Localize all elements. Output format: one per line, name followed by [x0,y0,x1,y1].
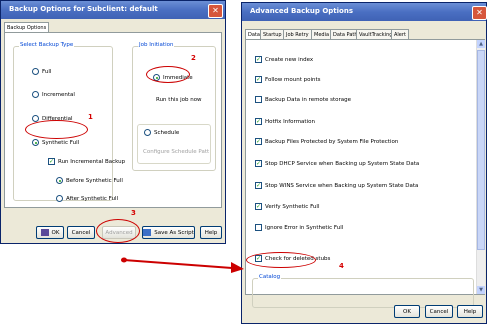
arrow-line [123,259,233,269]
arrow-head-icon [231,262,244,273]
arrow-annotation [121,257,244,273]
arrow-tail [121,257,127,263]
